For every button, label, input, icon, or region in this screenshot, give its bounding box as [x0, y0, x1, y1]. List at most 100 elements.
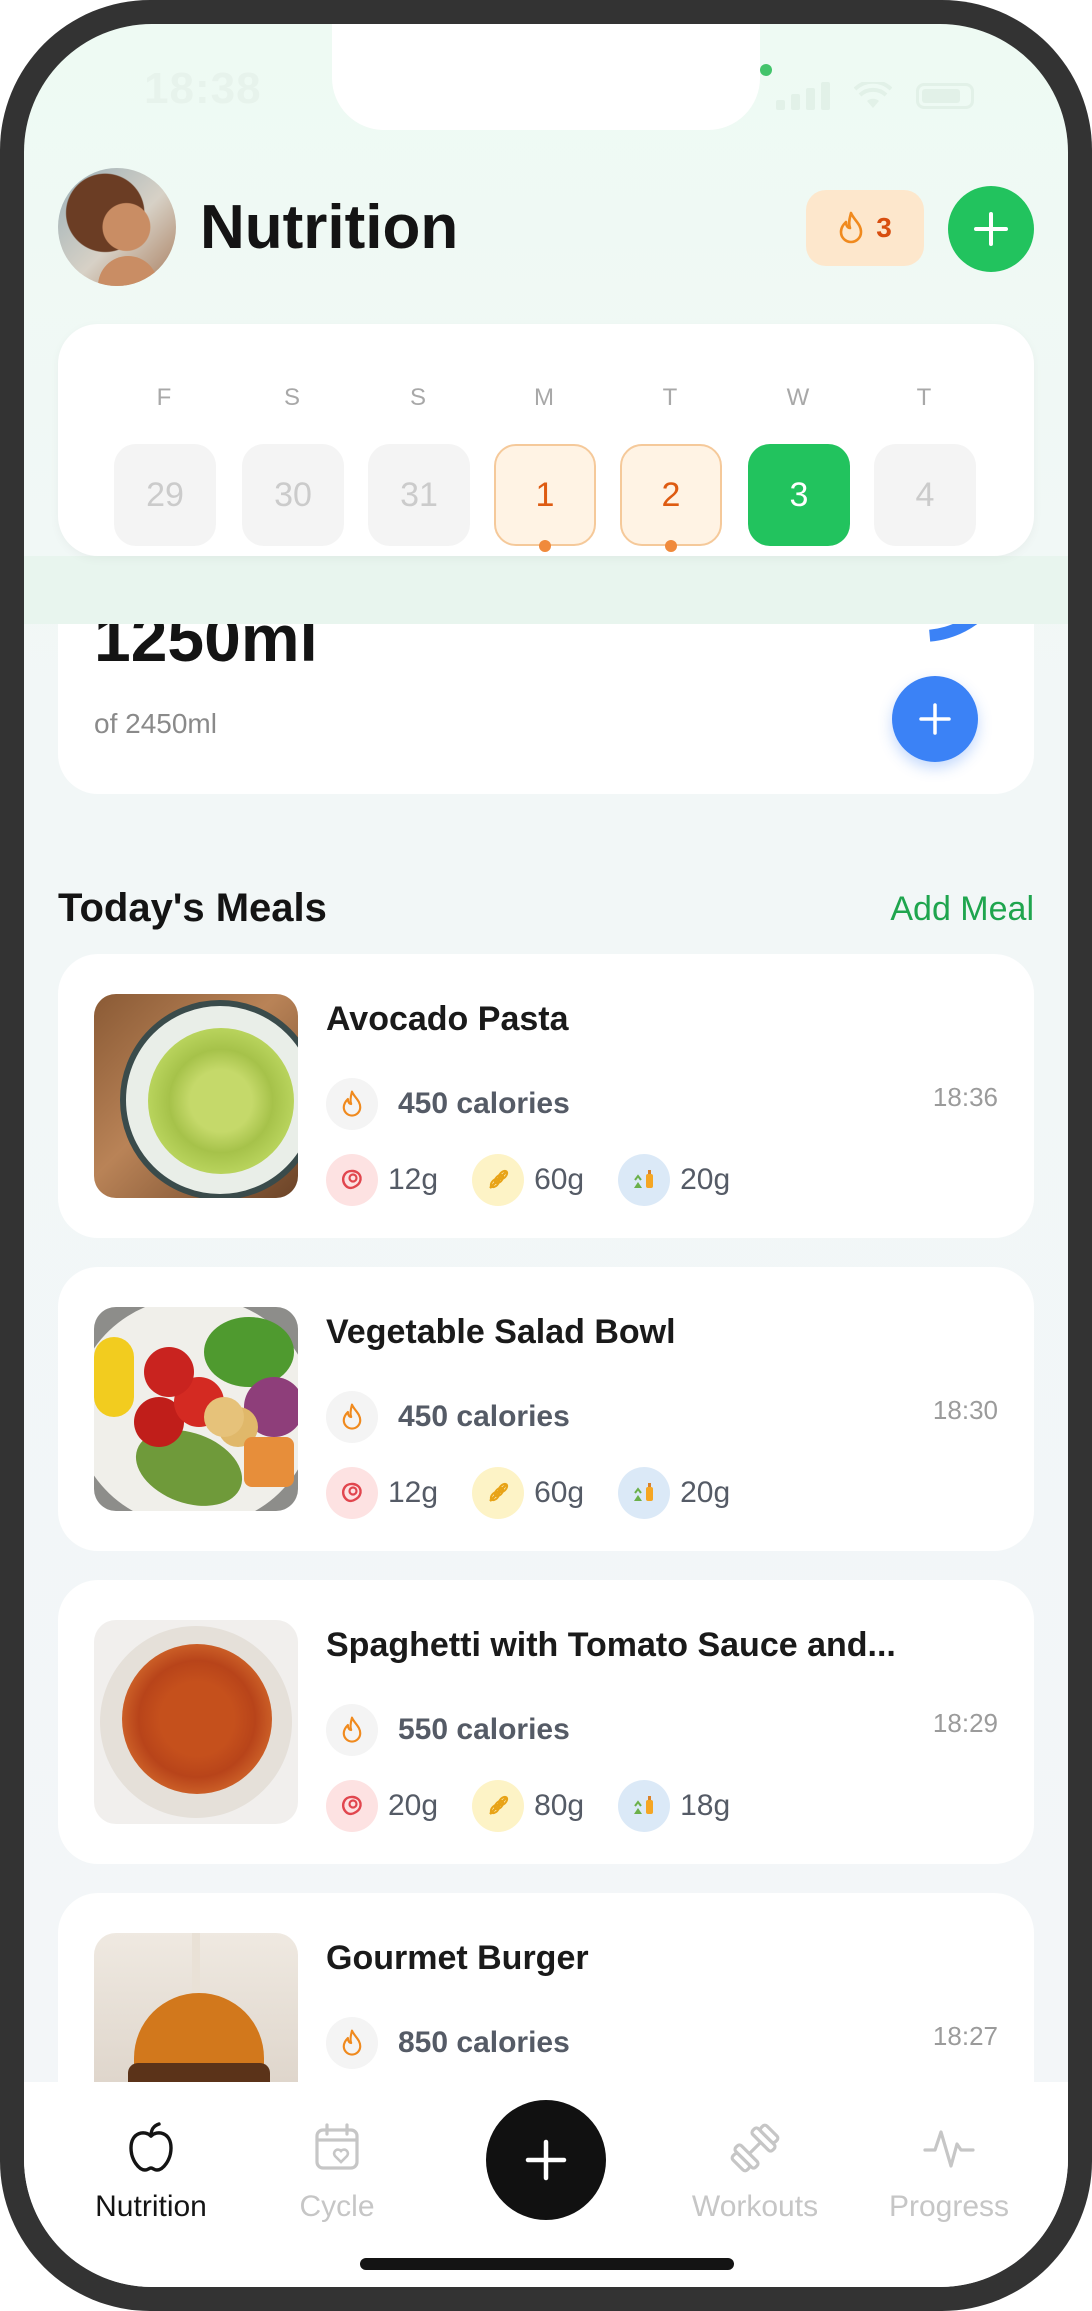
battery-icon: [916, 83, 974, 109]
meal-photo: [94, 994, 298, 1198]
flame-icon: [326, 1078, 378, 1130]
day-letter: M: [534, 384, 554, 411]
calories-text: 450 calories: [398, 1400, 570, 1433]
macro-row: 20g 80g 18g: [326, 1780, 764, 1832]
fat-icon: [618, 1780, 671, 1832]
meal-photo: [94, 1620, 298, 1824]
fat-value: 20g: [680, 1163, 731, 1196]
tab-nutrition[interactable]: Nutrition: [66, 2120, 236, 2224]
flame-icon: [326, 1391, 378, 1443]
calories-text: 550 calories: [398, 1713, 570, 1746]
water-card: 1250ml of 2450ml: [58, 624, 1034, 794]
calories-text: 450 calories: [398, 1087, 570, 1120]
tab-bar: Nutrition Cycle Workouts Progress: [24, 2082, 1068, 2287]
day-letter: S: [283, 384, 300, 411]
day-letter: W: [786, 384, 810, 411]
meals-section-title: Today's Meals: [58, 886, 327, 930]
notch: [332, 24, 760, 130]
status-icons: [776, 82, 974, 110]
page-title: Nutrition: [200, 193, 459, 262]
apple-icon: [129, 2122, 173, 2172]
signal-icon: [776, 82, 830, 110]
macro-row: 12g 60g 20g: [326, 1467, 764, 1519]
tab-cycle[interactable]: Cycle: [252, 2120, 422, 2224]
meal-time: 18:27: [932, 2021, 998, 2051]
water-amount: 1250ml: [94, 624, 318, 675]
protein-icon: [326, 1467, 378, 1519]
center-add-button[interactable]: [486, 2100, 606, 2220]
day-letter: F: [156, 384, 172, 411]
carbs-icon: [472, 1154, 525, 1206]
fat-icon: [618, 1467, 671, 1519]
avatar[interactable]: [58, 168, 176, 286]
day-3-selected[interactable]: 3: [748, 444, 850, 546]
plus-icon: [974, 212, 1008, 246]
streak-badge[interactable]: 3: [806, 190, 924, 266]
meal-card[interactable]: Spaghetti with Tomato Sauce and... 550 c…: [58, 1580, 1034, 1864]
plus-icon: [919, 703, 951, 735]
day-29[interactable]: 29: [114, 444, 216, 546]
tab-label: Progress: [888, 2190, 1010, 2223]
meal-calories: 450 calories: [326, 1078, 570, 1130]
protein-value: 20g: [388, 1789, 439, 1822]
meal-card[interactable]: Vegetable Salad Bowl 450 calories 18:30 …: [58, 1267, 1034, 1551]
meal-name: Vegetable Salad Bowl: [326, 1313, 676, 1351]
add-button[interactable]: [948, 186, 1034, 272]
tab-label: Cycle: [299, 2190, 375, 2223]
protein-icon: [326, 1154, 378, 1206]
tab-label: Nutrition: [95, 2190, 207, 2223]
macro-row: 12g 60g 20g: [326, 1154, 764, 1206]
week-calendar: F S S M T W T 29 30 31 1 2 3 4: [58, 324, 1034, 556]
day-1[interactable]: 1: [494, 444, 596, 546]
meal-name: Spaghetti with Tomato Sauce and...: [326, 1626, 896, 1664]
camera-indicator: [760, 64, 772, 76]
wifi-icon: [854, 82, 892, 108]
plus-icon: [525, 2139, 567, 2181]
app-screen: 18:38 Nutrition 3 1250ml of 2450ml F S S…: [24, 24, 1068, 2287]
dumbbell-icon: [730, 2123, 780, 2173]
water-goal: of 2450ml: [94, 708, 217, 739]
flame-icon: [839, 211, 863, 244]
tab-label: Workouts: [691, 2190, 819, 2223]
carbs-icon: [472, 1467, 525, 1519]
meal-calories: 550 calories: [326, 1704, 570, 1756]
add-meal-link[interactable]: Add Meal: [890, 890, 1034, 929]
meal-time: 18:30: [932, 1395, 998, 1425]
meal-time: 18:36: [932, 1082, 998, 1112]
calories-text: 850 calories: [398, 2026, 570, 2059]
streak-count: 3: [876, 212, 892, 243]
fat-icon: [618, 1154, 671, 1206]
carbs-value: 60g: [534, 1163, 585, 1196]
tab-progress[interactable]: Progress: [864, 2120, 1034, 2224]
day-letter: T: [916, 384, 932, 411]
day-letter: S: [409, 384, 426, 411]
day-30[interactable]: 30: [242, 444, 344, 546]
protein-value: 12g: [388, 1163, 439, 1196]
status-time: 18:38: [144, 64, 262, 113]
day-4[interactable]: 4: [874, 444, 976, 546]
add-water-button[interactable]: [892, 676, 978, 762]
meal-card[interactable]: Avocado Pasta 450 calories 18:36 12g 60g…: [58, 954, 1034, 1238]
tab-workouts[interactable]: Workouts: [670, 2120, 840, 2224]
home-indicator: [360, 2258, 734, 2270]
phone-frame: 18:38 Nutrition 3 1250ml of 2450ml F S S…: [0, 0, 1092, 2311]
meal-time: 18:29: [932, 1708, 998, 1738]
day-letter: T: [662, 384, 678, 411]
calendar-heart-icon: [315, 2123, 359, 2170]
meal-calories: 450 calories: [326, 1391, 570, 1443]
logged-dot: [665, 540, 677, 552]
day-2[interactable]: 2: [620, 444, 722, 546]
carbs-value: 60g: [534, 1476, 585, 1509]
flame-icon: [326, 1704, 378, 1756]
carbs-value: 80g: [534, 1789, 585, 1822]
protein-value: 12g: [388, 1476, 439, 1509]
meal-photo: [94, 1307, 298, 1511]
fat-value: 18g: [680, 1789, 731, 1822]
logged-dot: [539, 540, 551, 552]
meal-name: Gourmet Burger: [326, 1939, 589, 1977]
activity-icon: [923, 2130, 975, 2168]
day-31[interactable]: 31: [368, 444, 470, 546]
fat-value: 20g: [680, 1476, 731, 1509]
meal-name: Avocado Pasta: [326, 1000, 569, 1038]
protein-icon: [326, 1780, 378, 1832]
